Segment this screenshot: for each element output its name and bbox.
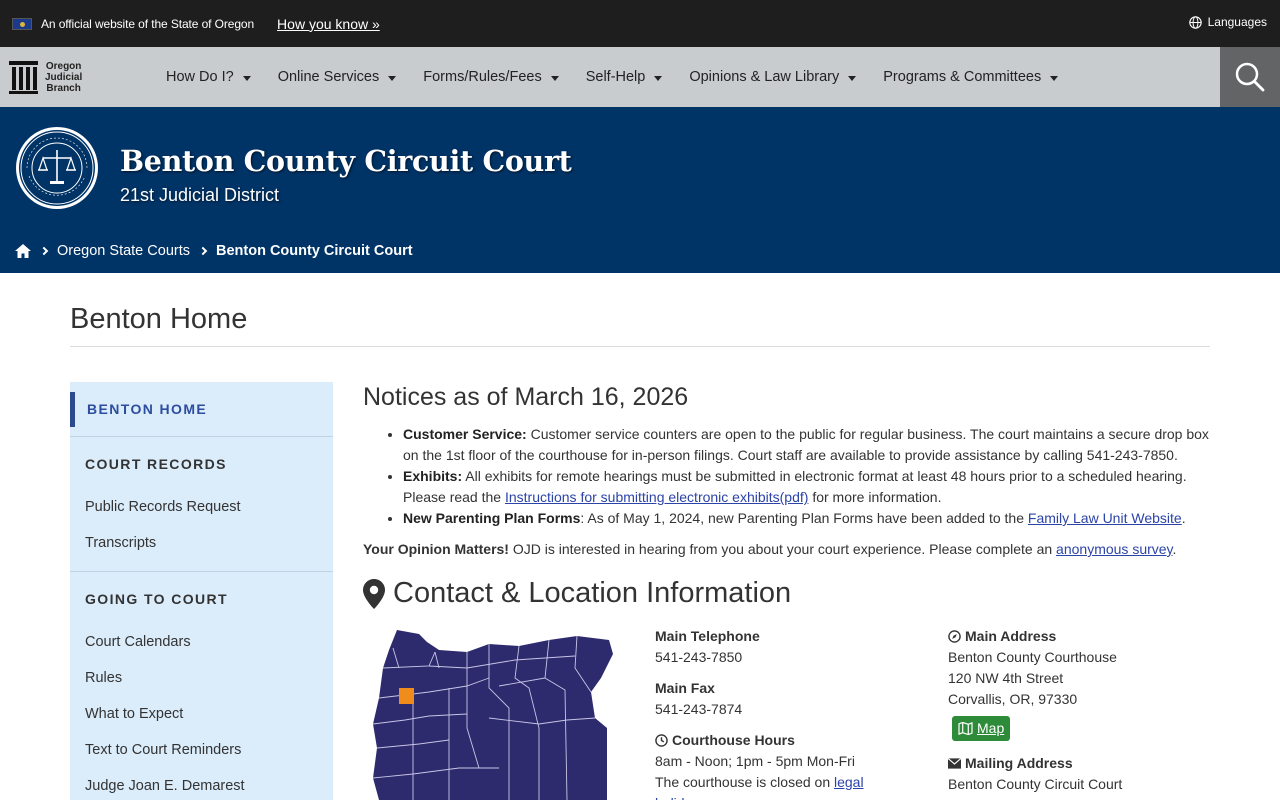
ojb-logo-text: Oregon Judicial Branch [45, 60, 83, 94]
search-button[interactable] [1220, 47, 1280, 107]
list-item: Exhibits: All exhibits for remote hearin… [403, 466, 1213, 508]
sidebar: BENTON HOME COURT RECORDS Public Records… [70, 382, 333, 800]
main-address-label: Main Address [948, 626, 1208, 647]
nav-self-help[interactable]: Self-Help [586, 69, 663, 85]
contact-address: Main Address Benton County Courthouse 12… [948, 626, 1208, 795]
languages-label: Languages [1207, 15, 1267, 29]
nav-how-do-i[interactable]: How Do I? [166, 69, 251, 85]
chevron-right-icon [39, 246, 49, 256]
nav-programs-committees[interactable]: Programs & Committees [883, 69, 1059, 85]
main-content: Notices as of March 16, 2026 Customer Se… [363, 382, 1213, 800]
judicial-department-seal-icon [16, 127, 98, 209]
caret-down-icon [654, 75, 663, 81]
main-navigation: Oregon Judicial Branch How Do I? Online … [0, 47, 1280, 107]
folded-map-icon [958, 722, 973, 735]
sidebar-item-what-to-expect[interactable]: What to Expect [70, 696, 333, 732]
envelope-icon [948, 758, 961, 769]
languages-button[interactable]: Languages [1188, 15, 1267, 29]
contact-phone-hours: Main Telephone 541-243-7850 Main Fax 541… [655, 626, 915, 800]
page-title: Benton Home [70, 303, 248, 335]
main-telephone-label: Main Telephone [655, 628, 760, 644]
map-button[interactable]: Map [952, 716, 1011, 741]
notices-title: Notices as of March 16, 2026 [363, 383, 689, 411]
oregon-county-map [372, 630, 613, 800]
mailing-address-label: Mailing Address [948, 753, 1208, 774]
sidebar-heading: GOING TO COURT [85, 591, 229, 607]
list-item: New Parenting Plan Forms: As of May 1, 2… [403, 508, 1213, 529]
district-subtitle: 21st Judicial District [120, 185, 280, 205]
clock-icon [655, 734, 668, 747]
breadcrumb: Oregon State Courts Benton County Circui… [15, 243, 413, 259]
caret-down-icon [1050, 75, 1059, 81]
courthouse-pillars-icon [9, 60, 38, 94]
courthouse-hours-value: 8am - Noon; 1pm - 5pm Mon-Fri [655, 753, 855, 769]
benton-county-highlight [399, 688, 414, 704]
courthouse-hours-label: Courthouse Hours [655, 730, 915, 751]
official-text: An official website of the State of Oreg… [41, 16, 255, 31]
opinion-paragraph: Your Opinion Matters! OJD is interested … [363, 541, 1177, 557]
main-fax-value: 541-243-7874 [655, 701, 743, 717]
map-marker-icon [363, 578, 385, 609]
address-line: Benton County Courthouse [948, 649, 1117, 665]
court-title: Benton County Circuit Court [120, 144, 572, 178]
sidebar-heading: COURT RECORDS [85, 456, 227, 472]
ojb-logo[interactable]: Oregon Judicial Branch [0, 60, 166, 94]
sidebar-section-going-to-court: GOING TO COURT Court Calendars Rules Wha… [70, 572, 333, 800]
official-banner: An official website of the State of Oreg… [0, 0, 1280, 47]
breadcrumb-current: Benton County Circuit Court [216, 243, 413, 259]
sidebar-section-court-records: COURT RECORDS Public Records Request Tra… [70, 437, 333, 572]
breadcrumb-oregon-state-courts[interactable]: Oregon State Courts [57, 243, 190, 259]
notice-list: Customer Service: Customer service count… [363, 424, 1213, 529]
home-icon[interactable] [15, 244, 31, 258]
sidebar-item-court-calendars[interactable]: Court Calendars [70, 624, 333, 660]
sidebar-item-benton-home[interactable]: BENTON HOME [70, 382, 333, 437]
contact-title: Contact & Location Information [363, 577, 1213, 610]
sidebar-item-public-records-request[interactable]: Public Records Request [70, 489, 333, 525]
oregon-flag-icon [12, 17, 32, 30]
search-icon [1235, 62, 1265, 92]
anonymous-survey-link[interactable]: anonymous survey [1056, 541, 1172, 557]
electronic-exhibits-link[interactable]: Instructions for submitting electronic e… [505, 489, 808, 505]
sidebar-item-transcripts[interactable]: Transcripts [70, 525, 333, 561]
sidebar-item-text-to-court-reminders[interactable]: Text to Court Reminders [70, 732, 333, 768]
how-you-know-link[interactable]: How you know » [277, 16, 380, 32]
caret-down-icon [388, 75, 397, 81]
title-divider [70, 346, 1210, 347]
address-line: 120 NW 4th Street [948, 670, 1064, 686]
sidebar-item-rules[interactable]: Rules [70, 660, 333, 696]
globe-icon [1188, 15, 1202, 29]
nav-online-services[interactable]: Online Services [278, 69, 397, 85]
compass-icon [948, 630, 961, 643]
main-fax-label: Main Fax [655, 680, 715, 696]
caret-down-icon [848, 75, 857, 81]
caret-down-icon [550, 75, 559, 81]
nav-forms-rules-fees[interactable]: Forms/Rules/Fees [423, 69, 559, 85]
court-banner: Benton County Circuit Court 21st Judicia… [0, 107, 1280, 273]
main-telephone-value: 541-243-7850 [655, 649, 743, 665]
holiday-notice: The courthouse is closed on legal holida… [655, 772, 915, 800]
nav-opinions-law-library[interactable]: Opinions & Law Library [689, 69, 857, 85]
list-item: Customer Service: Customer service count… [403, 424, 1213, 466]
address-line: Corvallis, OR, 97330 [948, 691, 1078, 707]
family-law-unit-link[interactable]: Family Law Unit Website [1028, 510, 1182, 526]
chevron-right-icon [198, 246, 208, 256]
caret-down-icon [242, 75, 251, 81]
mailing-address-line: Benton County Circuit Court [948, 776, 1123, 792]
sidebar-item-judge-joan-demarest[interactable]: Judge Joan E. Demarest [70, 768, 333, 800]
